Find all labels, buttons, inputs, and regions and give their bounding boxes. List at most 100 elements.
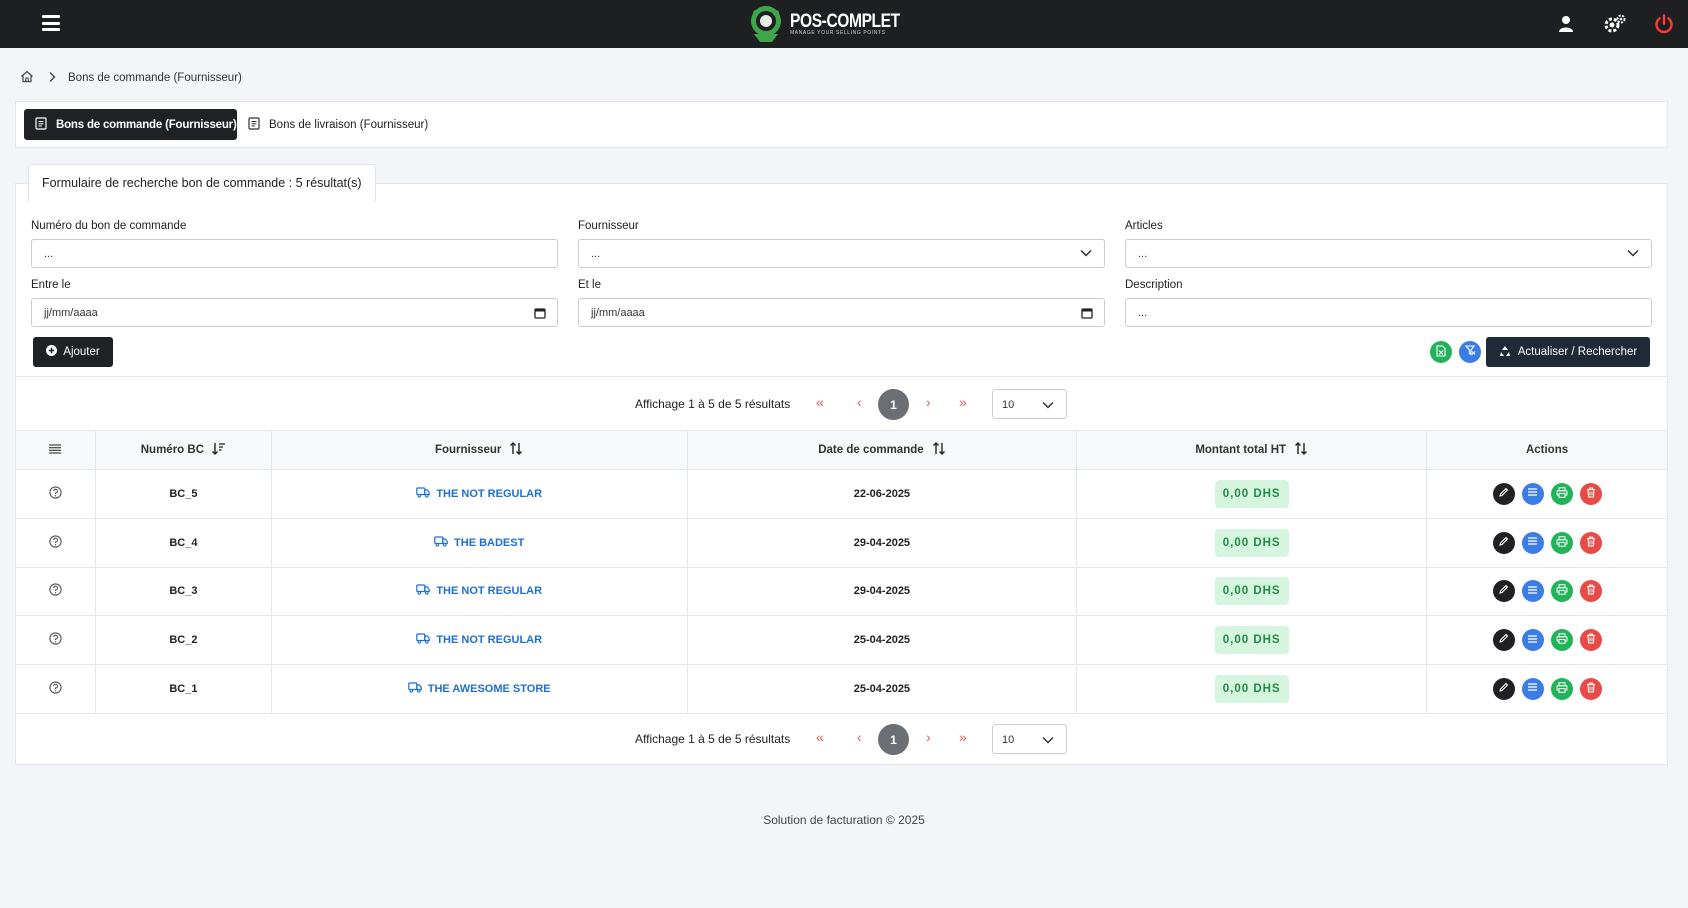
recycle-icon [1499,345,1511,360]
entre-le-label: Entre le [31,279,71,291]
app-logo[interactable]: POS-COMPLET MANAGE YOUR SELLING POINTS [746,3,924,45]
help-icon[interactable] [49,632,62,648]
per-page-select[interactable]: 10 [992,724,1067,754]
table-row[interactable]: BC_4 THE BADEST 29-04-2025 0,00 DHS [15,517,1668,568]
entre-le-date-input[interactable]: jj/mm/aaaa [31,298,558,327]
menu-toggle-icon[interactable] [42,15,60,31]
et-le-date-input[interactable]: jj/mm/aaaa [578,298,1105,327]
home-icon[interactable] [20,70,34,86]
details-button[interactable] [1521,531,1544,554]
tab-label: Bons de commande (Fournisseur) [56,118,237,131]
description-input[interactable]: ... [1125,298,1652,327]
edit-button[interactable] [1492,677,1515,700]
calendar-icon[interactable] [534,307,546,322]
trash-icon [1586,487,1596,501]
table-row[interactable]: BC_1 THE AWESOME STORE 25-04-2025 0,00 DHS [15,664,1668,714]
fournisseur-link[interactable]: THE NOT REGULAR [416,487,542,501]
actions-cell [1426,566,1668,617]
list-icon [1527,682,1538,695]
delete-button[interactable] [1579,482,1602,505]
delete-button[interactable] [1579,629,1602,652]
prev-page-button[interactable]: ‹ [857,729,862,745]
delete-button[interactable] [1579,531,1602,554]
header-numero-bc[interactable]: Numéro BC [94,430,272,470]
next-page-button[interactable]: › [926,729,931,745]
last-page-button[interactable]: » [959,394,967,410]
print-button[interactable] [1550,629,1573,652]
sort-icon[interactable] [932,442,946,458]
help-icon[interactable] [49,583,62,599]
articles-select[interactable]: ... [1125,239,1652,268]
table-row[interactable]: BC_5 THE NOT REGULAR 22-06-2025 0,00 DHS [15,469,1668,519]
header-fournisseur[interactable]: Fournisseur [270,430,688,470]
header-label: Numéro BC [140,444,205,457]
header-montant-total-ht[interactable]: Montant total HT [1076,430,1428,470]
help-icon[interactable] [49,534,62,551]
sort-desc-icon[interactable] [212,442,226,458]
header-date-commande[interactable]: Date de commande [686,430,1078,470]
fournisseur-link[interactable]: THE NOT REGULAR [416,584,542,598]
add-button[interactable]: Ajouter [33,337,113,367]
next-page-button[interactable]: › [926,394,931,410]
fournisseur-name: THE NOT REGULAR [436,585,543,598]
row-info-cell [15,615,96,665]
help-icon[interactable] [49,681,62,697]
numero-bc: BC_2 [169,634,198,647]
calendar-icon[interactable] [1081,307,1093,322]
export-excel-button[interactable] [1430,341,1452,363]
fournisseur-link[interactable]: THE AWESOME STORE [407,682,551,696]
numero-bc: BC_3 [169,585,198,598]
refresh-button-label: Actualiser / Rechercher [1517,346,1638,358]
column-menu-header[interactable] [15,430,96,470]
date-commande: 29-04-2025 [853,585,911,598]
refresh-search-button[interactable]: Actualiser / Rechercher [1486,337,1650,367]
first-page-button[interactable]: « [816,729,824,745]
description-label: Description [1125,279,1183,291]
numero-input[interactable]: ... [31,239,558,268]
per-page-select[interactable]: 10 [992,389,1067,419]
list-icon[interactable] [49,443,62,457]
clear-filter-button[interactable] [1459,341,1481,363]
delete-button[interactable] [1579,580,1602,603]
print-button[interactable] [1550,580,1573,603]
sort-icon[interactable] [509,442,523,458]
prev-page-button[interactable]: ‹ [857,394,862,410]
fournisseur-select[interactable]: ... [578,239,1105,268]
tab-bons-de-livraison[interactable]: Bons de livraison (Fournisseur) [248,109,428,140]
help-icon[interactable] [49,486,62,502]
settings-icon[interactable] [1603,13,1626,35]
details-button[interactable] [1521,629,1544,652]
print-button[interactable] [1550,531,1573,554]
current-page[interactable]: 1 [878,389,909,420]
edit-button[interactable] [1492,580,1515,603]
fournisseur-label: Fournisseur [578,220,639,232]
fournisseur-link[interactable]: THE BADEST [434,536,524,550]
header-label: Date de commande [818,444,924,457]
first-page-button[interactable]: « [816,394,824,410]
table-row[interactable]: BC_2 THE NOT REGULAR 25-04-2025 0,00 DHS [15,615,1668,665]
details-button[interactable] [1521,677,1544,700]
tab-bons-de-commande[interactable]: Bons de commande (Fournisseur) [24,109,237,140]
delete-button[interactable] [1579,677,1602,700]
edit-button[interactable] [1492,482,1515,505]
print-button[interactable] [1550,482,1573,505]
edit-button[interactable] [1492,531,1515,554]
header-actions: Actions [1426,430,1668,470]
fournisseur-link[interactable]: THE NOT REGULAR [416,633,542,647]
user-icon[interactable] [1555,13,1577,35]
table-row[interactable]: BC_3 THE NOT REGULAR 29-04-2025 0,00 DHS [15,566,1668,617]
last-page-button[interactable]: » [959,729,967,745]
numero-bc-cell: BC_1 [94,664,272,714]
edit-button[interactable] [1492,629,1515,652]
power-icon[interactable] [1653,13,1675,35]
sort-icon[interactable] [1294,442,1308,458]
details-button[interactable] [1521,580,1544,603]
date-cell: 22-06-2025 [686,469,1078,519]
footer-text: Solution de facturation © 2025 [763,813,925,827]
print-button[interactable] [1550,677,1573,700]
header-label: Montant total HT [1195,444,1287,457]
print-icon [1556,535,1568,550]
montant-badge: 0,00 DHS [1214,577,1289,606]
details-button[interactable] [1521,482,1544,505]
current-page[interactable]: 1 [878,724,909,755]
